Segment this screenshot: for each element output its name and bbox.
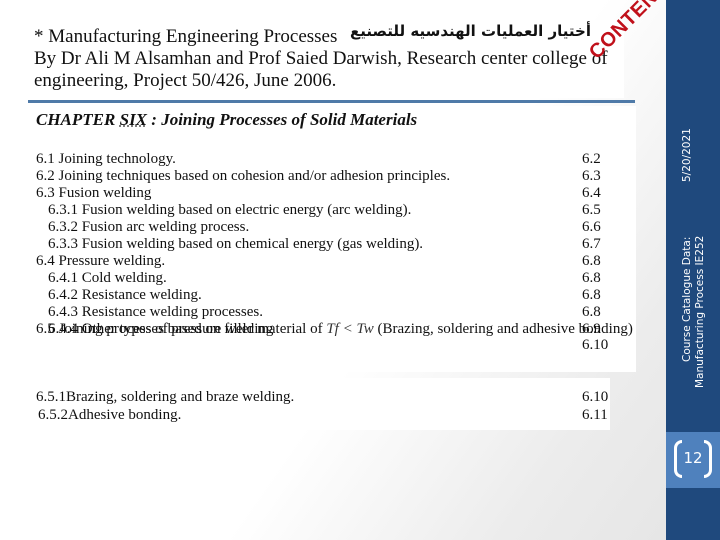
page-number-box: 12 (666, 432, 720, 488)
toc-label: 6.2 Joining techniques based on cohesion… (36, 168, 451, 184)
toc-label: 6.4.2 Resistance welding. (48, 287, 202, 303)
toc-label: 6.4.3 Resistance welding processes. (48, 304, 263, 320)
toc-item: 6.1 Joining technology. (36, 150, 176, 168)
toc-label: 6.3 Fusion welding (36, 185, 152, 201)
toc-label: 6.3.3 Fusion welding based on chemical e… (48, 236, 424, 252)
toc-label: 6.3.2 Fusion arc welding process. (48, 219, 250, 235)
chapter-title: : Joining Processes of Solid Materials (147, 110, 418, 129)
chapter-prefix: CHAPTER (36, 110, 120, 129)
toc-page: 6.10 (582, 389, 609, 405)
toc-item: 6.2 Joining techniques based on cohesion… (36, 167, 450, 185)
toc-page: 6.8 (582, 304, 601, 320)
toc-label: 6.5 Joining processes based on filler ma… (36, 321, 327, 337)
toc-label: 6.4 Pressure welding. (36, 253, 166, 269)
toc-page: 6.8 (582, 253, 601, 269)
toc-page: 6.11 (582, 407, 608, 423)
toc-item-6-5: 6.5 Joining processes based on filler ma… (36, 320, 633, 338)
chapter-number: SIX (119, 110, 148, 129)
header-authors-line: By Dr Ali M Alsamhan and Prof Saied Darw… (34, 48, 608, 69)
toc-item-6-5-1: 6.5.1Brazing, soldering and braze weldin… (36, 388, 294, 406)
toc-item: 6.3.2 Fusion arc welding process. (48, 218, 249, 236)
toc-label: 6.3.1 Fusion welding based on electric e… (48, 202, 412, 218)
toc-item: 6.4.2 Resistance welding. (48, 286, 202, 304)
toc-page: 6.8 (582, 270, 601, 286)
toc-label: 6.5.1Brazing, soldering and braze weldin… (36, 389, 295, 405)
toc-item: 6.3.1 Fusion welding based on electric e… (48, 201, 411, 219)
toc-page-6-5: 6.10 (582, 337, 609, 353)
toc-page: 6.3 (582, 168, 601, 184)
chapter-heading: CHAPTER SIX : Joining Processes of Solid… (36, 110, 417, 130)
sidebar-course-line1: Course Catalogue Data: (681, 236, 693, 362)
toc-item: 6.4 Pressure welding. (36, 252, 165, 270)
toc-page: 6.5 (582, 202, 601, 218)
sidebar-course-line2: Manufacturing Process IE252 (694, 235, 706, 388)
toc-label: 6.1 Joining technology. (36, 151, 176, 167)
toc-label-suffix: (Brazing, soldering and adhesive bonding… (373, 321, 633, 337)
toc-item-6-5-2: 6.5.2Adhesive bonding. (38, 406, 181, 424)
separator-line (28, 100, 635, 103)
toc-label: 6.5.2Adhesive bonding. (38, 407, 182, 423)
toc-page: 6.4 (582, 185, 601, 201)
sidebar-date: 5/20/2021 (681, 128, 693, 182)
header-arabic-title: أختيار العمليات الهندسيه للتصنيع (350, 22, 591, 40)
temperature-inequality: Tf < Tw (326, 321, 374, 337)
toc-item: 6.3 Fusion welding (36, 184, 151, 202)
toc-item: 6.4.3 Resistance welding processes. (48, 303, 263, 321)
right-bracket-icon (704, 440, 712, 478)
toc-item: 6.3.3 Fusion welding based on chemical e… (48, 235, 423, 253)
toc-page: 6.2 (582, 151, 601, 167)
toc-page: 6.7 (582, 236, 601, 252)
toc-label: 6.4.1 Cold welding. (48, 270, 167, 286)
toc-page: 6.8 (582, 287, 601, 303)
header-project-line: engineering, Project 50/426, June 2006. (34, 70, 337, 91)
toc-item: 6.4.1 Cold welding. (48, 269, 167, 287)
toc-page: 6.6 (582, 219, 601, 235)
header-title-line: * Manufacturing Engineering Processes (34, 26, 338, 47)
